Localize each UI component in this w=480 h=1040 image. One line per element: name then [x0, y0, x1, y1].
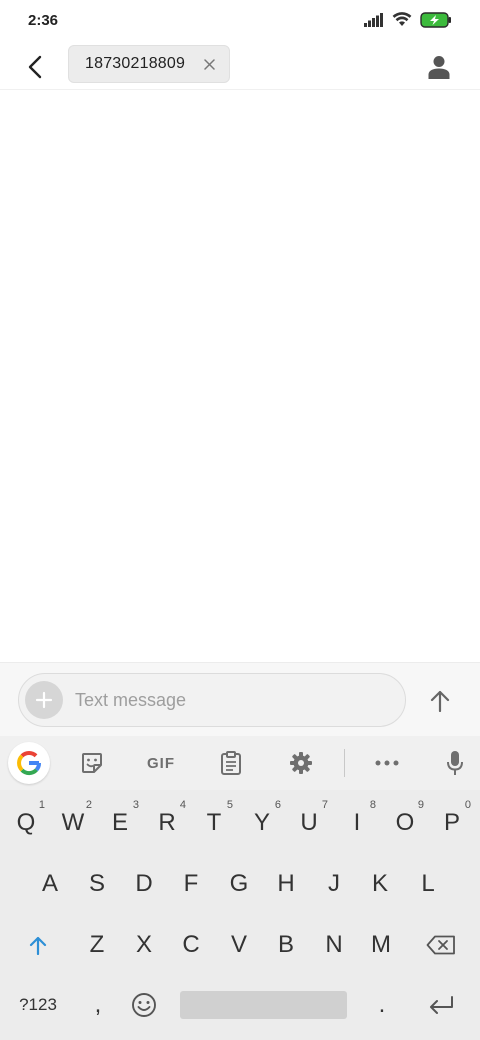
key-g[interactable]: G	[216, 856, 262, 912]
key-j[interactable]: J	[311, 856, 357, 912]
backspace-icon	[426, 935, 455, 955]
key-f[interactable]: F	[168, 856, 214, 912]
key-v[interactable]: V	[216, 917, 262, 973]
enter-icon	[430, 996, 453, 1014]
person-icon	[428, 56, 450, 79]
back-arrow-icon	[28, 55, 42, 79]
back-button[interactable]	[18, 50, 52, 84]
plus-icon	[35, 691, 53, 709]
settings-button[interactable]	[281, 744, 321, 782]
gif-button[interactable]: GIF	[140, 744, 182, 782]
gif-icon: GIF	[147, 754, 175, 772]
key-p[interactable]: P0	[429, 795, 475, 851]
voice-input-button[interactable]	[435, 744, 475, 782]
key-l[interactable]: L	[405, 856, 451, 912]
send-button[interactable]	[422, 683, 458, 719]
key-o[interactable]: O9	[382, 795, 428, 851]
emoji-key[interactable]	[121, 977, 167, 1033]
compose-field	[18, 673, 406, 727]
key-x[interactable]: X	[121, 917, 167, 973]
battery-charging-icon	[420, 11, 452, 33]
arrow-up-icon	[430, 690, 450, 712]
period-key[interactable]: .	[359, 977, 405, 1033]
key-i[interactable]: I8	[334, 795, 380, 851]
status-time: 2:36	[28, 12, 59, 29]
clipboard-icon	[221, 751, 241, 775]
key-m[interactable]: M	[358, 917, 404, 973]
key-z[interactable]: Z	[74, 917, 120, 973]
key-a[interactable]: A	[27, 856, 73, 912]
shift-key[interactable]	[15, 917, 61, 973]
key-h[interactable]: H	[263, 856, 309, 912]
backspace-key[interactable]	[418, 917, 464, 973]
mic-icon	[447, 751, 463, 775]
google-icon	[17, 750, 41, 776]
emoji-icon	[132, 993, 156, 1017]
keyboard: GIF Q 1 W 2 E 3 R 4 T 5 Y 6 U 7 I 8 O 9 …	[0, 736, 480, 1040]
status-icons	[364, 11, 452, 33]
status-bar: 2:36	[0, 0, 480, 44]
key-b[interactable]: B	[263, 917, 309, 973]
keyboard-toolbar: GIF	[0, 736, 480, 790]
gear-icon	[290, 752, 312, 774]
attach-button[interactable]	[25, 681, 63, 719]
recipient-number: 18730218809	[85, 55, 186, 72]
clipboard-button[interactable]	[211, 744, 251, 782]
close-icon	[203, 58, 215, 70]
key-q[interactable]: Q1	[3, 795, 49, 851]
key-k[interactable]: K	[357, 856, 403, 912]
google-search-button[interactable]	[8, 742, 50, 784]
key-s[interactable]: S	[74, 856, 120, 912]
remove-recipient-button[interactable]	[201, 56, 217, 72]
key-y[interactable]: Y6	[239, 795, 285, 851]
recipient-chip[interactable]: 18730218809	[68, 45, 230, 83]
contact-button[interactable]	[422, 50, 456, 84]
more-button[interactable]	[367, 744, 407, 782]
key-e[interactable]: E3	[97, 795, 143, 851]
key-d[interactable]: D	[121, 856, 167, 912]
sticker-button[interactable]	[72, 744, 112, 782]
space-key[interactable]	[180, 991, 347, 1019]
key-n[interactable]: N	[311, 917, 357, 973]
symbols-key[interactable]: ?123	[8, 977, 68, 1033]
more-icon	[375, 760, 399, 766]
compose-bar	[0, 662, 480, 736]
conversation-area	[0, 90, 480, 662]
conversation-header: 18730218809	[0, 44, 480, 90]
shift-arrow-icon	[29, 936, 47, 955]
key-w[interactable]: W2	[50, 795, 96, 851]
key-t[interactable]: T5	[191, 795, 237, 851]
comma-key[interactable]: ,	[75, 977, 121, 1033]
key-u[interactable]: U7	[286, 795, 332, 851]
toolbar-divider	[344, 749, 345, 777]
message-input[interactable]	[75, 686, 395, 714]
sticker-icon	[82, 753, 102, 773]
enter-key[interactable]	[418, 977, 464, 1033]
signal-icon	[364, 12, 384, 32]
key-c[interactable]: C	[168, 917, 214, 973]
wifi-icon	[392, 12, 412, 32]
key-r[interactable]: R4	[144, 795, 190, 851]
